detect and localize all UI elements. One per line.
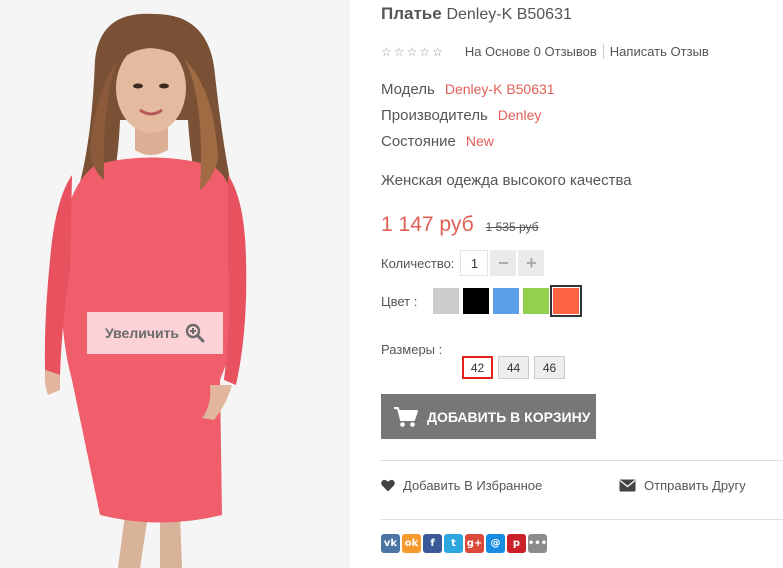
product-model-title: Denley-K B50631 xyxy=(446,6,572,23)
size-option-46[interactable]: 46 xyxy=(534,356,565,379)
price-row: 1 147 руб 1 535 руб xyxy=(381,213,539,237)
twitter-icon[interactable]: t xyxy=(444,534,463,553)
color-swatch-orange[interactable] xyxy=(550,285,582,317)
star-icon[interactable]: ☆ xyxy=(407,46,418,58)
odnoklassniki-icon[interactable]: ok xyxy=(402,534,421,553)
product-description: Женская одежда высокого качества xyxy=(381,172,632,189)
manufacturer-link[interactable]: Denley xyxy=(498,107,542,123)
zoom-label: Увеличить xyxy=(104,325,180,341)
color-label: Цвет : xyxy=(381,293,418,309)
write-review-link[interactable]: Написать Отзыв xyxy=(610,44,709,59)
rating-stars[interactable]: ☆ ☆ ☆ ☆ ☆ xyxy=(381,46,443,58)
send-to-friend-button[interactable]: Отправить Другу xyxy=(619,478,746,493)
add-to-cart-label: ДОБАВИТЬ В КОРЗИНУ xyxy=(427,408,591,425)
quantity-label: Количество: xyxy=(381,255,455,271)
color-swatch-green[interactable] xyxy=(523,288,549,314)
current-price: 1 147 руб xyxy=(381,213,474,236)
quantity-row: Количество: 1 − + xyxy=(381,250,545,276)
social-share-bar: vk ok f t g+ @ p ••• xyxy=(381,534,547,553)
product-photo xyxy=(0,0,350,568)
product-title: Платье Denley-K B50631 xyxy=(381,4,572,24)
google-plus-icon[interactable]: g+ xyxy=(465,534,484,553)
color-row: Цвет : xyxy=(381,285,583,317)
facebook-icon[interactable]: f xyxy=(423,534,442,553)
more-icon[interactable]: ••• xyxy=(528,534,547,553)
cart-icon xyxy=(394,406,418,427)
sizes-label: Размеры : xyxy=(381,342,443,357)
vk-icon[interactable]: vk xyxy=(381,534,400,553)
zoom-in-icon xyxy=(185,323,205,343)
old-price: 1 535 руб xyxy=(485,220,539,234)
product-name: Платье xyxy=(381,4,442,23)
star-icon[interactable]: ☆ xyxy=(381,46,392,58)
spec-condition: Состояние New xyxy=(381,133,494,150)
zoom-button[interactable]: Увеличить xyxy=(87,312,223,354)
spec-label: Состояние xyxy=(381,133,456,150)
quantity-input[interactable]: 1 xyxy=(460,250,489,276)
size-options: 42 44 46 xyxy=(462,356,565,379)
color-swatch-gray[interactable] xyxy=(433,288,459,314)
product-details: Платье Denley-K B50631 ☆ ☆ ☆ ☆ ☆ На Осно… xyxy=(381,0,783,568)
condition-value: New xyxy=(465,133,494,149)
spec-manufacturer: Производитель Denley xyxy=(381,107,541,124)
divider xyxy=(381,519,783,520)
mail-icon[interactable]: @ xyxy=(486,534,505,553)
divider xyxy=(381,460,783,461)
envelope-icon xyxy=(619,479,636,492)
quantity-decrease-button[interactable]: − xyxy=(490,250,517,276)
add-to-cart-button[interactable]: ДОБАВИТЬ В КОРЗИНУ xyxy=(381,394,596,439)
add-to-wishlist-button[interactable]: Добавить В Избранное xyxy=(381,478,542,493)
send-friend-label: Отправить Другу xyxy=(644,478,746,493)
color-swatch-black[interactable] xyxy=(463,288,489,314)
wishlist-label: Добавить В Избранное xyxy=(403,478,543,493)
spec-label: Модель xyxy=(381,81,435,98)
quantity-increase-button[interactable]: + xyxy=(518,250,545,276)
color-swatch-blue[interactable] xyxy=(493,288,519,314)
product-image[interactable]: Увеличить xyxy=(0,0,350,568)
spec-label: Производитель xyxy=(381,107,488,124)
star-icon[interactable]: ☆ xyxy=(432,46,443,58)
spec-value-link[interactable]: Denley-K B50631 xyxy=(445,81,555,97)
spec-model: Модель Denley-K B50631 xyxy=(381,81,555,98)
reviews-link[interactable]: На Основе 0 Отзывов xyxy=(465,44,597,59)
star-icon[interactable]: ☆ xyxy=(419,46,430,58)
star-icon[interactable]: ☆ xyxy=(394,46,405,58)
size-option-44[interactable]: 44 xyxy=(498,356,529,379)
rating-row: ☆ ☆ ☆ ☆ ☆ На Основе 0 Отзывов Написать О… xyxy=(381,44,709,59)
pinterest-icon[interactable]: p xyxy=(507,534,526,553)
divider xyxy=(602,44,604,59)
size-option-42[interactable]: 42 xyxy=(462,356,493,379)
heart-icon xyxy=(381,479,395,492)
